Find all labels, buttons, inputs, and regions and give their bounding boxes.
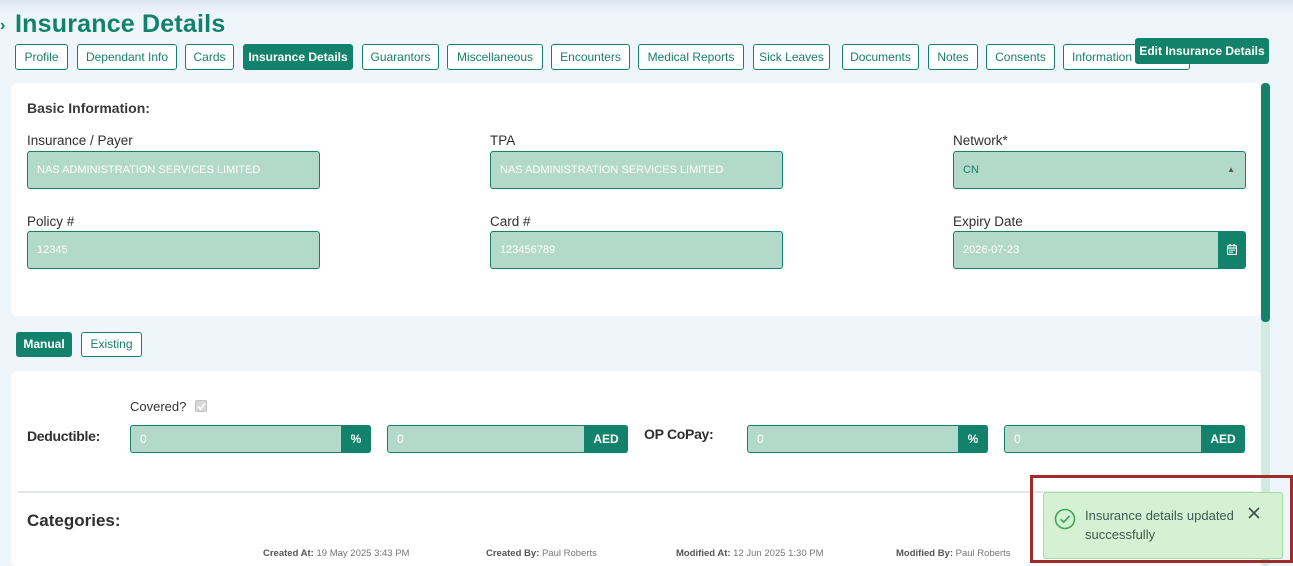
tab-sick-leaves[interactable]: Sick Leaves [753, 44, 830, 70]
percent-addon: % [958, 425, 988, 453]
deductible-amount-input[interactable]: 0 AED [387, 425, 628, 453]
success-toast: Insurance details updated successfully [1043, 492, 1283, 559]
tab-encounters[interactable]: Encounters [551, 44, 630, 70]
check-circle-icon [1054, 508, 1076, 530]
tab-miscellaneous[interactable]: Miscellaneous [447, 44, 543, 70]
currency-addon: AED [584, 425, 628, 453]
tab-guarantors[interactable]: Guarantors [362, 44, 439, 70]
created-by-label: Created By: [486, 548, 540, 559]
card-number-value: 123456789 [500, 244, 556, 256]
modified-by-info: Modified By: Paul Roberts [896, 548, 1011, 559]
op-copay-label: OP CoPay: [644, 426, 714, 442]
deductible-amount-value: 0 [397, 432, 404, 446]
op-copay-amount-input[interactable]: 0 AED [1004, 425, 1245, 453]
expiry-date-label: Expiry Date [953, 214, 1023, 229]
covered-checkbox[interactable] [195, 400, 207, 412]
card-number-label: Card # [490, 214, 531, 229]
covered-label: Covered? [130, 399, 187, 414]
tpa-value: NAS ADMINISTRATION SERVICES LIMITED [500, 164, 724, 176]
deductible-percent-value: 0 [140, 432, 147, 446]
basic-information-card [11, 83, 1261, 316]
check-icon [197, 402, 206, 411]
back-chevron-icon[interactable]: › [0, 14, 8, 38]
modified-at-info: Modified At: 12 Jun 2025 1:30 PM [676, 548, 824, 559]
scrollbar-thumb[interactable] [1261, 83, 1270, 322]
select-arrows-icon: ▲ [1227, 165, 1235, 174]
deductible-percent-input[interactable]: 0 % [130, 425, 371, 453]
policy-value: 12345 [37, 244, 68, 256]
network-label: Network* [953, 133, 1008, 148]
tab-consents[interactable]: Consents [986, 44, 1055, 70]
op-copay-amount-value: 0 [1014, 432, 1021, 446]
existing-button[interactable]: Existing [81, 332, 142, 357]
tab-profile[interactable]: Profile [15, 44, 68, 70]
op-copay-percent-input[interactable]: 0 % [747, 425, 988, 453]
percent-addon: % [341, 425, 371, 453]
expiry-date-value: 2026-07-23 [963, 244, 1020, 256]
created-at-label: Created At: [263, 548, 314, 559]
tab-notes[interactable]: Notes [928, 44, 978, 70]
insurance-payer-field[interactable]: NAS ADMINISTRATION SERVICES LIMITED [27, 151, 320, 189]
tab-cards[interactable]: Cards [185, 44, 234, 70]
tab-medical-reports[interactable]: Medical Reports [638, 44, 744, 70]
basic-information-title: Basic Information: [27, 100, 150, 116]
modified-by-value: Paul Roberts [955, 548, 1011, 559]
created-at-info: Created At: 19 May 2025 3:43 PM [263, 548, 409, 559]
network-select[interactable]: CN ▲ [953, 151, 1246, 189]
calendar-button[interactable] [1218, 232, 1245, 268]
page-title: Insurance Details [15, 10, 226, 38]
created-by-value: Paul Roberts [541, 548, 597, 559]
insurance-payer-label: Insurance / Payer [27, 133, 133, 148]
policy-field[interactable]: 12345 [27, 231, 320, 269]
modified-by-label: Modified By: [896, 548, 953, 559]
toast-message: Insurance details updated successfully [1085, 508, 1234, 542]
op-copay-percent-value: 0 [757, 432, 764, 446]
modified-at-value: 12 Jun 2025 1:30 PM [733, 548, 824, 559]
tab-dependant-info[interactable]: Dependant Info [77, 44, 177, 70]
policy-label: Policy # [27, 214, 75, 229]
categories-title: Categories: [27, 511, 121, 530]
card-number-field[interactable]: 123456789 [490, 231, 783, 269]
expiry-date-field[interactable]: 2026-07-23 [953, 231, 1246, 269]
close-icon[interactable] [1248, 507, 1260, 519]
deductible-label: Deductible: [27, 428, 100, 444]
created-by-info: Created By: Paul Roberts [486, 548, 597, 559]
calendar-icon [1227, 244, 1237, 255]
tpa-field[interactable]: NAS ADMINISTRATION SERVICES LIMITED [490, 151, 783, 189]
tab-insurance-details[interactable]: Insurance Details [243, 44, 353, 70]
network-value: CN [963, 164, 979, 176]
tpa-label: TPA [490, 133, 516, 148]
created-at-value: 19 May 2025 3:43 PM [316, 548, 410, 559]
tab-documents[interactable]: Documents [842, 44, 919, 70]
insurance-payer-value: NAS ADMINISTRATION SERVICES LIMITED [37, 164, 261, 176]
edit-insurance-details-button[interactable]: Edit Insurance Details [1135, 38, 1269, 64]
manual-button[interactable]: Manual [16, 332, 72, 357]
currency-addon: AED [1201, 425, 1245, 453]
modified-at-label: Modified At: [676, 548, 731, 559]
